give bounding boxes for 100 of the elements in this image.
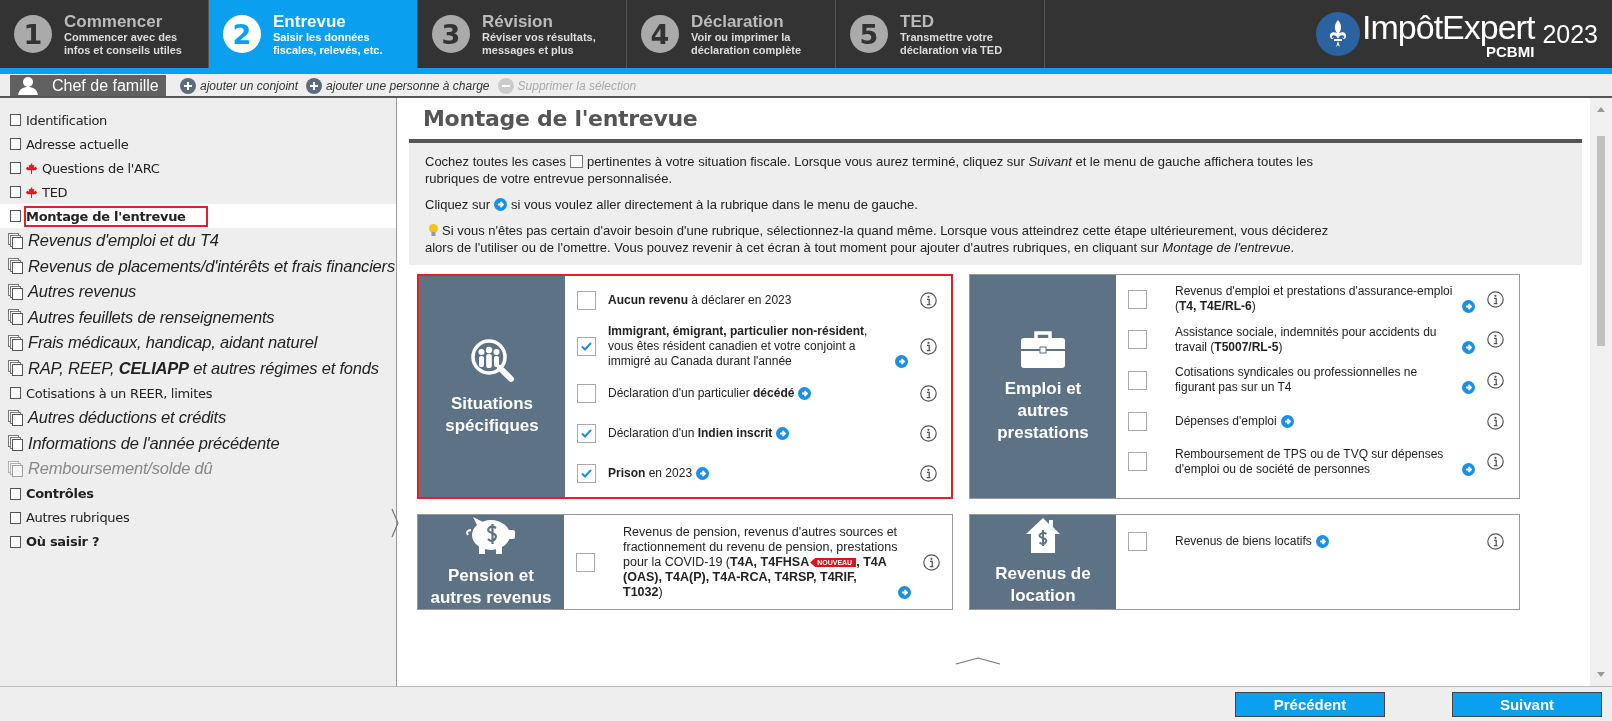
sidebar-item[interactable]: Revenus de placements/d'intérêts et frais financiers: [0, 253, 396, 279]
instruction-text: Si vous n'êtes pas certain d'avoir besoin d'une rubrique, sélectionnez-la quand même. Lorsque vous atteindrez cette étape ultérieurement, vous déciderez: [442, 223, 1329, 238]
stacked-pages-icon: [8, 334, 23, 351]
step-title: TED: [900, 11, 935, 31]
step-subtitle: Voir ou imprimer la déclaration complète: [691, 30, 803, 57]
add-link[interactable]: ajouter un conjoint: [180, 75, 299, 96]
plus-circle-icon: [180, 77, 196, 94]
checkbox[interactable]: [576, 553, 595, 572]
stacked-pages-icon: [8, 258, 23, 275]
checkbox-icon: [10, 387, 21, 399]
sidebar-item-label: Contrôles: [26, 486, 94, 501]
arrow-icon[interactable]: [1462, 381, 1475, 395]
info-icon[interactable]: [1487, 331, 1504, 349]
sidebar-item[interactable]: Autres revenus: [0, 279, 396, 305]
arrow-icon[interactable]: [1462, 300, 1475, 314]
sidebar-item[interactable]: Contrôles: [0, 481, 396, 506]
sidebar-item-label: Frais médicaux, handicap, aidant naturel: [28, 333, 318, 353]
sidebar-item-label: RAP, REEP, CELIAPP et autres régimes et fonds: [28, 358, 379, 378]
option-text: (OAS), T4A(P), T4A-RCA, T4RSP, T4RIF, T1032): [623, 570, 858, 600]
checkbox[interactable]: [577, 423, 596, 443]
checkbox-icon: [10, 186, 21, 198]
checkbox[interactable]: [1128, 371, 1147, 390]
step-number: 1: [14, 15, 52, 53]
sidebar-item[interactable]: Autres déductions et crédits: [0, 405, 396, 431]
sidebar-item[interactable]: TED: [0, 180, 396, 204]
checkbox[interactable]: [577, 383, 596, 403]
instruction-text: rubriques de votre entrevue personnalisée.: [425, 171, 673, 186]
arrow-icon[interactable]: [776, 426, 790, 440]
info-icon[interactable]: [920, 338, 937, 355]
sidebar-item[interactable]: Autres rubriques: [0, 505, 396, 530]
sidebar-item[interactable]: Questions de l'ARC: [0, 156, 396, 180]
step-title: Commencer: [64, 11, 164, 31]
minus-circle-icon: [497, 77, 514, 94]
people-magnifier-icon: [469, 336, 515, 383]
arrow-icon[interactable]: [1315, 534, 1329, 548]
category-title: Emploi et autres prestations: [996, 377, 1090, 444]
instruction-text: si vous voulez aller directement à la rubrique dans le menu de gauche.: [511, 197, 918, 212]
person-tab[interactable]: Chef de famille: [10, 75, 166, 96]
option-text: Assistance sociale, indemnités pour accidents du travail (T5007/RL-5): [1175, 324, 1438, 355]
sidebar-item[interactable]: Cotisations à un REER, limites: [0, 381, 396, 405]
checkbox[interactable]: [1128, 330, 1147, 350]
info-icon[interactable]: [1487, 290, 1504, 308]
stacked-pages-icon: [8, 309, 23, 326]
sidebar-item-label: Identification: [26, 112, 108, 128]
info-icon[interactable]: [920, 424, 937, 442]
option-text: pour la COVID-19 (T4A, T4FHSA: [623, 555, 810, 570]
checkbox[interactable]: [577, 290, 596, 310]
category-title: Revenus de location: [994, 563, 1092, 607]
collapse-handle-icon[interactable]: [390, 508, 400, 538]
instruction-text: Cochez toutes les cases: [425, 154, 566, 169]
collapse-handle-icon[interactable]: [955, 656, 1001, 666]
step-subtitle: Transmettre votre déclaration via TED: [900, 30, 1004, 57]
stacked-pages-icon: [8, 283, 23, 300]
arrow-icon[interactable]: [1280, 414, 1294, 428]
option-text: , T4A: [856, 555, 887, 570]
arrow-icon[interactable]: [798, 386, 812, 400]
info-icon[interactable]: [920, 291, 937, 309]
info-icon[interactable]: [920, 464, 937, 482]
sidebar-item-label: Autres déductions et crédits: [28, 408, 226, 428]
maple-leaf-icon: [26, 186, 37, 198]
sidebar-item[interactable]: RAP, REEP, CELIAPP et autres régimes et fonds: [0, 355, 396, 381]
sidebar-item[interactable]: Identification: [0, 108, 396, 132]
arrow-icon[interactable]: [494, 198, 508, 211]
category-title: Pension et autres revenus: [429, 565, 553, 609]
checkbox[interactable]: [1128, 289, 1147, 309]
checkbox[interactable]: [1128, 452, 1147, 472]
stacked-pages-icon: [8, 232, 23, 249]
arrow-icon[interactable]: [898, 586, 911, 599]
sidebar-item[interactable]: Autres feuillets de renseignements: [0, 304, 396, 330]
info-icon[interactable]: [1487, 532, 1504, 550]
option-text: Déclaration d'un particulier décédé: [608, 385, 795, 401]
arrow-icon[interactable]: [696, 466, 710, 480]
sidebar-item[interactable]: Frais médicaux, handicap, aidant naturel: [0, 330, 396, 356]
sidebar-item-label: Remboursement/solde dû: [28, 459, 213, 479]
checkbox[interactable]: [1128, 411, 1147, 431]
sidebar-item[interactable]: Informations de l'année précédente: [0, 430, 396, 456]
info-icon[interactable]: [920, 384, 937, 402]
sidebar-item-label: Où saisir ?: [26, 534, 100, 549]
sidebar-item[interactable]: Revenus d'emploi et du T4: [0, 228, 396, 254]
sidebar-item-label: Cotisations à un REER, limites: [26, 385, 213, 401]
plus-circle-icon: [306, 77, 323, 94]
info-icon[interactable]: [1487, 412, 1504, 430]
checkbox-icon: [10, 487, 21, 500]
info-icon[interactable]: [923, 554, 940, 571]
arrow-icon[interactable]: [895, 355, 908, 368]
sidebar-item-label: Informations de l'année précédente: [28, 433, 280, 453]
info-icon[interactable]: [1487, 372, 1504, 389]
sidebar-item[interactable]: Adresse actuelle: [0, 132, 396, 156]
arrow-icon[interactable]: [1462, 462, 1475, 476]
checkbox[interactable]: [577, 337, 596, 356]
add-link[interactable]: ajouter une personne à charge: [306, 75, 490, 96]
checkbox[interactable]: [577, 463, 596, 483]
sidebar-item[interactable]: Où saisir ?: [0, 529, 396, 554]
sidebar-item[interactable]: Montage de l'entrevue: [0, 204, 396, 228]
option-text: Remboursement de TPS ou de TVQ sur dépenses d'emploi ou de société de personnes: [1175, 446, 1445, 477]
info-icon[interactable]: [1487, 453, 1504, 471]
checkbox[interactable]: [1128, 531, 1147, 551]
checkbox-icon: [10, 114, 21, 126]
option-text: Prison en 2023: [608, 465, 693, 481]
step-title: Entrevue: [273, 11, 347, 31]
